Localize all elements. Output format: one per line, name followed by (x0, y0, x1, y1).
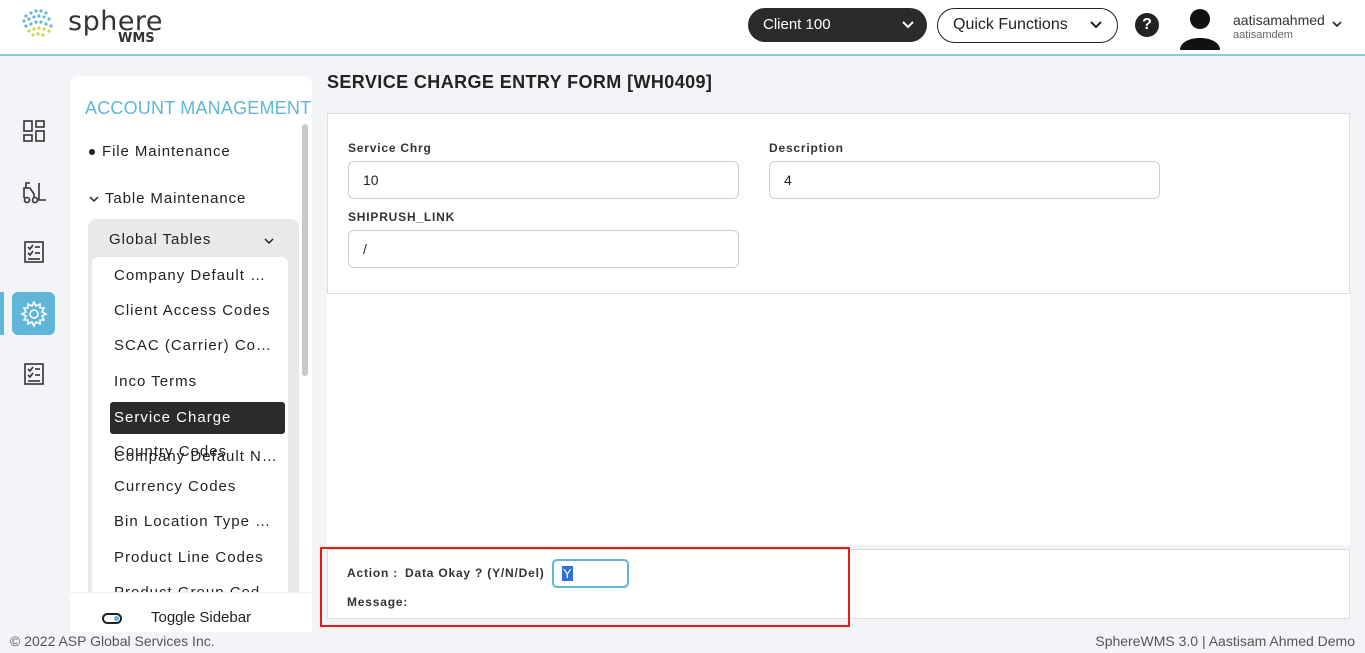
chevron-down-icon[interactable] (264, 233, 274, 251)
report-checklist-icon[interactable] (12, 352, 55, 395)
service-chrg-input[interactable]: 10 (348, 161, 739, 199)
quick-functions-dropdown[interactable]: Quick Functions (937, 8, 1118, 43)
quick-functions-label: Quick Functions (953, 16, 1068, 33)
sidebar-item-global-tables[interactable]: Global Tables (109, 231, 211, 248)
message-label: Message: (347, 595, 409, 609)
chevron-down-icon[interactable] (1331, 17, 1343, 35)
footer-copyright: © 2022 ASP Global Services Inc. (10, 633, 215, 649)
chevron-down-icon (1089, 9, 1103, 53)
sphere-wms-logo[interactable]: sphere WMS (18, 4, 168, 46)
content-area (327, 294, 1350, 545)
dashboard-icon[interactable] (12, 109, 55, 152)
sidebar-item-label: Global Tables (109, 231, 212, 248)
sidebar-item-label: Table Maintenance (105, 190, 247, 207)
description-label: Description (769, 141, 844, 155)
user-id: aatisamdem (1233, 29, 1293, 41)
sidebar-item-product-line-codes[interactable]: Product Line Codes (114, 542, 276, 574)
service-chrg-label: Service Chrg (348, 141, 432, 155)
action-input-value: Y (562, 566, 573, 581)
chevron-down-icon (89, 191, 99, 208)
sidebar-item-currency-codes[interactable]: Currency Codes (114, 471, 276, 503)
help-icon[interactable]: ? (1135, 13, 1159, 37)
sidebar-item-table-maintenance[interactable]: Table Maintenance (89, 190, 246, 208)
globe-logo-icon (22, 9, 53, 37)
checklist-icon[interactable] (12, 230, 55, 273)
client-selector-label: Client 100 (763, 16, 831, 33)
sidebar-item-company-default-names[interactable]: Company Default Names (114, 260, 276, 292)
avatar[interactable] (1177, 4, 1223, 50)
action-input[interactable]: Y (552, 559, 629, 588)
settings-gear-icon[interactable] (12, 292, 55, 335)
sidebar-item-bin-location-type-codes[interactable]: Bin Location Type Codes (114, 506, 276, 538)
sidebar-item-service-charge[interactable]: Service Charge (110, 402, 285, 434)
entry-form-panel: Service Chrg 10 Description 4 SHIPRUSH_L… (327, 113, 1350, 294)
sidebar-item-client-access-codes[interactable]: Client Access Codes (114, 295, 276, 327)
user-name[interactable]: aatisamahmed (1233, 12, 1325, 28)
toggle-sidebar-label: Toggle Sidebar (151, 609, 252, 626)
bullet-icon (89, 149, 95, 156)
toggle-sidebar-row[interactable]: Toggle Sidebar (70, 592, 312, 632)
shiprush-link-label: SHIPRUSH_LINK (348, 210, 456, 224)
chevron-down-icon (901, 8, 915, 55)
client-selector[interactable]: Client 100 (748, 8, 927, 42)
sidebar-item-scac-codes[interactable]: SCAC (Carrier) Codes (114, 330, 276, 362)
sidebar-item-label: File Maintenance (102, 143, 231, 160)
action-prompt: Data Okay ? (Y/N/Del) (405, 566, 545, 580)
logo-subtext: WMS (118, 31, 155, 46)
sidebar-item-file-maintenance[interactable]: File Maintenance (89, 143, 231, 160)
sidebar-item-country-codes[interactable]: Country Codes (114, 436, 276, 468)
sidebar-item-inco-terms[interactable]: Inco Terms (114, 366, 276, 398)
toggle-switch[interactable] (102, 613, 122, 624)
sidebar-item-product-group-codes[interactable]: Product Group Codes (114, 577, 276, 593)
description-input[interactable]: 4 (769, 161, 1160, 199)
footer-version: SphereWMS 3.0 | Aastisam Ahmed Demo (1095, 633, 1355, 649)
sidebar-title: ACCOUNT MANAGEMENT (85, 98, 312, 118)
action-label: Action : (347, 566, 399, 580)
active-rail-indicator (0, 292, 4, 335)
shiprush-link-input[interactable]: / (348, 230, 739, 268)
forklift-icon[interactable] (12, 170, 55, 213)
page-title: SERVICE CHARGE ENTRY FORM [WH0409] (327, 72, 713, 92)
top-header: sphere WMS Client 100 Quick Functions ? … (0, 0, 1365, 56)
sidebar-scrollbar[interactable] (302, 124, 308, 376)
user-avatar-icon (1180, 9, 1220, 50)
